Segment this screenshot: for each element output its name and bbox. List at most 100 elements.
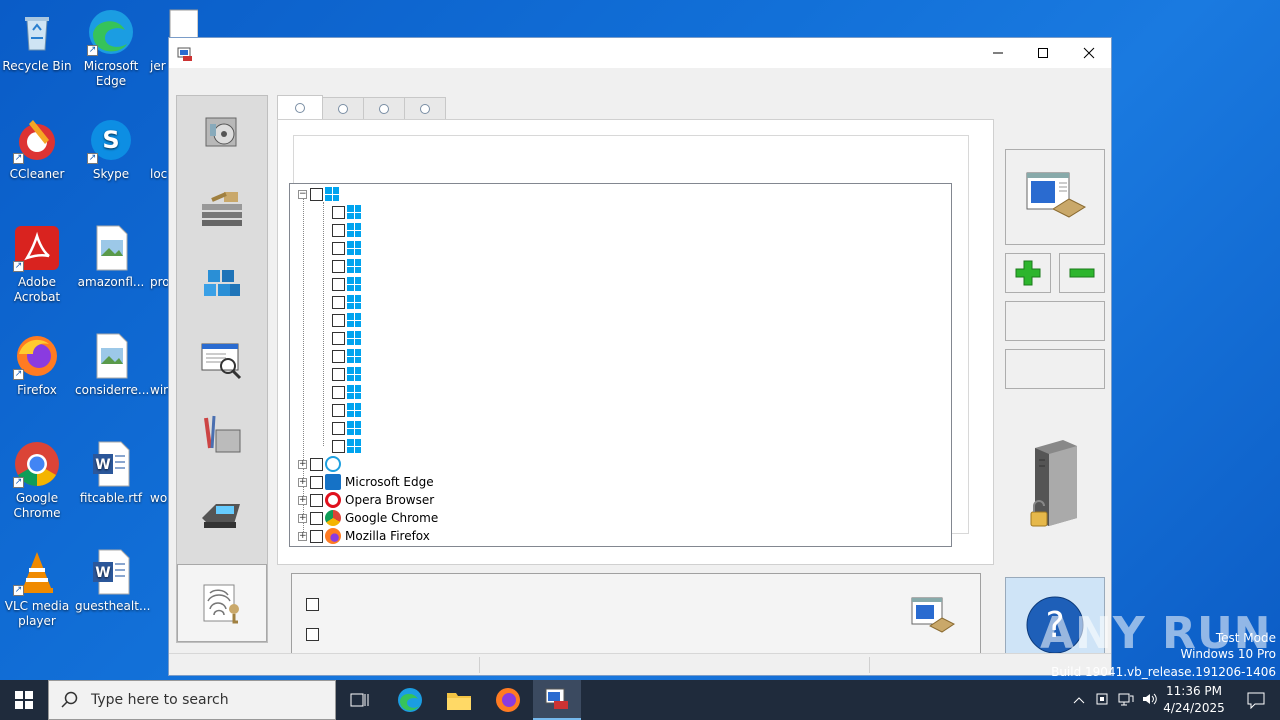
svg-text:W: W — [95, 457, 110, 473]
option-checkbox-2[interactable] — [306, 628, 319, 641]
clock[interactable]: 11:36 PM 4/24/2025 — [1158, 683, 1230, 717]
tree-child[interactable] — [332, 311, 365, 329]
expand-icon[interactable]: + — [298, 495, 307, 505]
desktop-icon-ccleaner[interactable]: ↗ CCleaner — [1, 116, 73, 182]
tree-node-google-chrome[interactable]: + Google Chrome — [298, 509, 438, 527]
desktop-icon-firefox[interactable]: ↗ Firefox — [1, 332, 73, 398]
taskbar-app[interactable] — [533, 680, 581, 720]
network-icon[interactable] — [1114, 692, 1138, 709]
sidebar-item-scan[interactable] — [177, 324, 267, 396]
checkbox[interactable] — [310, 493, 323, 507]
tree-node-internet-explorer[interactable]: + — [298, 455, 345, 473]
tree-child[interactable] — [332, 203, 365, 221]
desktop-icon-fitcable[interactable]: W fitcable.rtf — [75, 440, 147, 506]
checkbox[interactable] — [332, 223, 345, 237]
checkbox[interactable] — [310, 511, 323, 525]
tree-node-opera[interactable]: + Opera Browser — [298, 491, 434, 509]
tree-child[interactable] — [332, 239, 365, 257]
tree-child[interactable] — [332, 221, 365, 239]
sidebar-item-disk-cleanup[interactable] — [177, 96, 267, 168]
checkbox[interactable] — [332, 367, 345, 381]
desktop-icon-vlc[interactable]: ↗ VLC media player — [1, 548, 73, 629]
task-view-button[interactable] — [336, 680, 384, 720]
desktop-icon-recycle-bin[interactable]: Recycle Bin — [1, 8, 73, 74]
tree-child[interactable] — [332, 419, 365, 437]
tree-child[interactable] — [332, 329, 365, 347]
desktop-icon-amazonfl[interactable]: amazonfl... — [75, 224, 147, 290]
chevron-up-icon[interactable] — [1068, 693, 1090, 707]
tree-child[interactable] — [332, 293, 365, 311]
tab-1[interactable] — [277, 95, 323, 119]
checkbox[interactable] — [310, 529, 323, 543]
checkbox[interactable] — [332, 295, 345, 309]
checkbox[interactable] — [332, 313, 345, 327]
plus-icon — [1015, 260, 1041, 286]
desktop-icon-guesthealt[interactable]: W guesthealt... — [75, 548, 150, 614]
remove-button[interactable] — [1059, 253, 1105, 293]
tree-node-windows[interactable]: − — [298, 185, 343, 203]
empty-button-1[interactable] — [1005, 301, 1105, 341]
checkbox[interactable] — [332, 277, 345, 291]
desktop-icon-google-chrome[interactable]: ↗ Google Chrome — [1, 440, 73, 521]
clean-action-icon[interactable] — [910, 596, 958, 639]
scan-button[interactable] — [1005, 149, 1105, 245]
tree-child[interactable] — [332, 383, 365, 401]
desktop-icon-edge[interactable]: ↗ Microsoft Edge — [75, 8, 147, 89]
firefox-icon: ↗ — [13, 332, 61, 380]
word-file-icon: W — [87, 440, 135, 488]
checkbox[interactable] — [332, 349, 345, 363]
add-button[interactable] — [1005, 253, 1051, 293]
empty-button-2[interactable] — [1005, 349, 1105, 389]
tree-node-microsoft-edge[interactable]: + Microsoft Edge — [298, 473, 434, 491]
checkbox[interactable] — [332, 421, 345, 435]
tree-child[interactable] — [332, 437, 365, 455]
sidebar-item-modules[interactable] — [177, 248, 267, 320]
expand-icon[interactable]: + — [298, 459, 307, 469]
tree-node-mozilla-firefox[interactable]: + Mozilla Firefox — [298, 527, 430, 545]
tab-2[interactable] — [322, 97, 364, 119]
sidebar-item-device[interactable] — [177, 476, 267, 548]
expand-icon[interactable]: + — [298, 513, 307, 523]
tab-4[interactable] — [404, 97, 446, 119]
title-bar[interactable] — [169, 38, 1111, 68]
checkbox[interactable] — [332, 205, 345, 219]
sidebar-item-privacy[interactable] — [177, 564, 267, 642]
checkbox[interactable] — [332, 439, 345, 453]
tree-child[interactable] — [332, 347, 365, 365]
browser-tree[interactable]: − + + Microsoft Edge + Opera Browser + G… — [289, 183, 952, 547]
tab-2-radio-icon — [338, 103, 348, 114]
device-icon[interactable] — [1090, 692, 1114, 709]
start-button[interactable] — [0, 680, 48, 720]
checkbox[interactable] — [310, 187, 323, 201]
desktop-icon-skype[interactable]: S ↗ Skype — [75, 116, 147, 182]
option-checkbox-1[interactable] — [306, 598, 319, 611]
expand-icon[interactable]: + — [298, 477, 307, 487]
checkbox[interactable] — [332, 241, 345, 255]
maximize-button[interactable] — [1020, 38, 1066, 68]
minimize-button[interactable] — [975, 38, 1021, 68]
collapse-icon[interactable]: − — [298, 189, 307, 199]
checkbox[interactable] — [310, 457, 323, 471]
sidebar-item-registry[interactable] — [177, 172, 267, 244]
edge-icon — [398, 688, 422, 712]
taskbar-file-explorer[interactable] — [435, 680, 483, 720]
tree-child[interactable] — [332, 401, 365, 419]
checkbox[interactable] — [332, 259, 345, 273]
checkbox[interactable] — [332, 385, 345, 399]
checkbox[interactable] — [332, 403, 345, 417]
tree-child[interactable] — [332, 365, 365, 383]
taskbar-edge[interactable] — [386, 680, 434, 720]
notifications-button[interactable] — [1232, 680, 1280, 720]
desktop-icon-considerre[interactable]: considerre... — [75, 332, 149, 398]
expand-icon[interactable]: + — [298, 531, 307, 541]
close-button[interactable] — [1066, 38, 1112, 68]
taskbar-firefox[interactable] — [484, 680, 532, 720]
checkbox[interactable] — [332, 331, 345, 345]
sidebar-item-tools[interactable] — [177, 400, 267, 472]
tab-3[interactable] — [363, 97, 405, 119]
tree-child[interactable] — [332, 257, 365, 275]
checkbox[interactable] — [310, 475, 323, 489]
desktop-icon-adobe-acrobat[interactable]: ↗ Adobe Acrobat — [1, 224, 73, 305]
taskbar-search[interactable]: Type here to search — [48, 680, 336, 720]
tree-child[interactable] — [332, 275, 365, 293]
